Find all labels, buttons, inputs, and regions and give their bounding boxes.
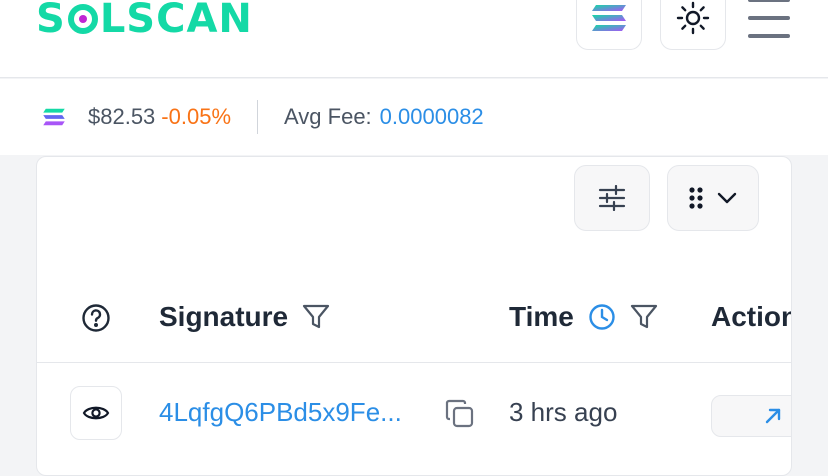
signature-header-label: Signature xyxy=(159,301,289,332)
top-navbar: S LSCAN xyxy=(0,0,828,78)
solscan-logo[interactable]: S LSCAN xyxy=(36,0,253,42)
hamburger-menu-icon[interactable] xyxy=(748,0,790,38)
price-bar: $82.53 -0.05% Avg Fee: 0.0000082 xyxy=(0,79,828,155)
clock-icon[interactable] xyxy=(588,303,616,331)
view-details-button[interactable] xyxy=(70,386,122,440)
table-row: 4LqfgQ6PBd5x9Fe... 3 hrs ago xyxy=(37,365,791,475)
help-circle-icon xyxy=(82,304,110,332)
avg-fee-value[interactable]: 0.0000082 xyxy=(380,104,484,130)
action-column-header: Action xyxy=(711,301,792,333)
divider xyxy=(257,100,259,134)
arrow-up-right-icon xyxy=(765,408,781,424)
transactions-card: Signature Time Action 4LqfgQ6PBd5x9Fe... xyxy=(36,156,792,476)
table-header: Signature Time Action xyxy=(37,267,792,363)
action-header-label: Action xyxy=(711,301,792,332)
theme-toggle-button[interactable] xyxy=(660,0,726,50)
signature-link[interactable]: 4LqfgQ6PBd5x9Fe... xyxy=(159,397,402,428)
time-header-label: Time xyxy=(509,301,574,332)
sliders-icon xyxy=(598,185,626,211)
avg-fee-label: Avg Fee: xyxy=(284,104,372,129)
time-column-header: Time xyxy=(509,301,658,333)
action-button[interactable] xyxy=(711,395,791,437)
solana-icon xyxy=(592,5,626,31)
price-change: -0.05% xyxy=(161,104,232,129)
logo-o-mark xyxy=(67,4,98,34)
columns-dots-icon xyxy=(689,187,703,209)
sol-price: $82.53 xyxy=(88,104,156,129)
filter-icon[interactable] xyxy=(630,304,658,330)
solana-icon xyxy=(43,108,65,126)
network-button[interactable] xyxy=(576,0,642,50)
copy-icon[interactable] xyxy=(445,399,475,429)
chevron-down-icon xyxy=(717,192,737,204)
help-column-header[interactable] xyxy=(81,303,111,333)
columns-menu-button[interactable] xyxy=(667,165,759,231)
signature-column-header: Signature xyxy=(159,301,330,333)
filter-settings-button[interactable] xyxy=(574,165,650,231)
filter-icon[interactable] xyxy=(302,304,330,330)
sun-icon xyxy=(676,1,710,35)
eye-icon xyxy=(82,406,110,420)
time-cell: 3 hrs ago xyxy=(509,397,618,427)
